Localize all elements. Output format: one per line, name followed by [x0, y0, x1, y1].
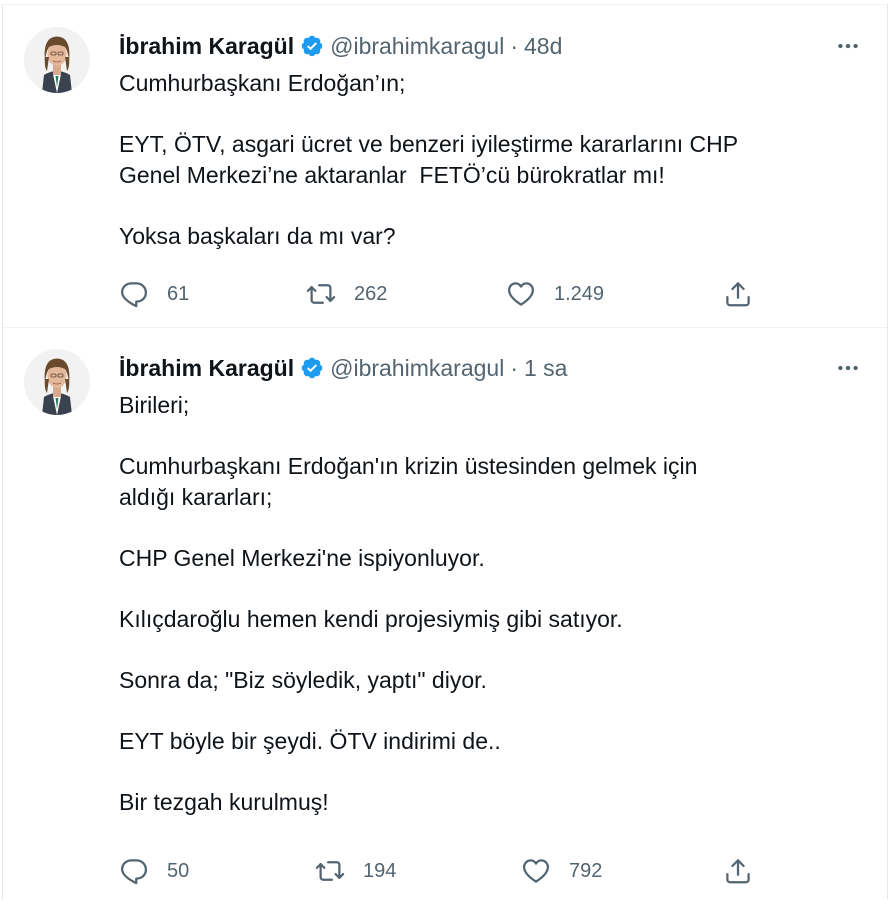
tweet-text: Cumhurbaşkanı Erdoğan’ın; EYT, ÖTV, asga… [119, 68, 839, 251]
tweet-actions: 50 194 792 [119, 854, 859, 888]
reply-button[interactable]: 61 [119, 277, 189, 311]
tweet-paragraph: EYT böyle bir şeydi. ÖTV indirimi de.. [119, 727, 501, 754]
tweet-paragraph: Bir tezgah kurulmuş! [119, 788, 329, 815]
author-name[interactable]: İbrahim Karagül [119, 33, 294, 60]
like-button[interactable]: 792 [521, 854, 602, 888]
avatar[interactable] [24, 349, 90, 415]
reply-icon [119, 279, 149, 309]
like-button[interactable]: 1.249 [506, 277, 604, 311]
tweet-paragraph: EYT, ÖTV, asgari ücret ve benzeri iyileş… [119, 131, 739, 188]
tweet-actions: 61 262 1.249 [119, 277, 859, 311]
author-handle[interactable]: @ibrahimkaragul [330, 33, 504, 60]
tweet-timestamp[interactable]: 48d [524, 33, 562, 60]
retweet-count: 262 [354, 282, 388, 305]
avatar[interactable] [24, 27, 90, 93]
share-icon [723, 279, 753, 309]
tweet[interactable]: İbrahim Karagül @ibrahimkaragul · 1 sa B… [3, 327, 887, 899]
tweet-paragraph: Sonra da; "Biz söyledik, yaptı" diyor. [119, 666, 487, 693]
more-button[interactable] [833, 355, 863, 381]
reply-icon [119, 856, 149, 886]
retweet-count: 194 [363, 859, 397, 882]
more-icon [835, 355, 861, 381]
like-count: 1.249 [554, 282, 605, 305]
share-icon [723, 856, 753, 886]
like-icon [521, 856, 551, 886]
more-icon [835, 33, 861, 59]
avatar-image [24, 27, 90, 93]
tweet-paragraph: Kılıçdaroğlu hemen kendi projesiymiş gib… [119, 605, 623, 632]
tweet-header: İbrahim Karagül @ibrahimkaragul · 48d [119, 29, 562, 63]
tweet-text: Birileri; Cumhurbaşkanı Erdoğan'ın krizi… [119, 390, 839, 817]
tweet-paragraph: CHP Genel Merkezi'ne ispiyonluyor. [119, 544, 485, 571]
timeline: İbrahim Karagül @ibrahimkaragul · 48d Cu… [2, 4, 888, 899]
reply-count: 61 [167, 282, 190, 305]
tweet-paragraph: Yoksa başkaları da mı var? [119, 222, 396, 249]
more-button[interactable] [833, 33, 863, 59]
like-icon [506, 279, 536, 309]
share-button[interactable] [723, 277, 753, 311]
author-handle[interactable]: @ibrahimkaragul [330, 355, 504, 382]
author-name[interactable]: İbrahim Karagül [119, 355, 294, 382]
tweet-header: İbrahim Karagül @ibrahimkaragul · 1 sa [119, 351, 567, 385]
verified-badge-icon [300, 34, 324, 58]
reply-button[interactable]: 50 [119, 854, 189, 888]
verified-badge-icon [300, 356, 324, 380]
tweet[interactable]: İbrahim Karagül @ibrahimkaragul · 48d Cu… [3, 5, 887, 328]
retweet-button[interactable]: 262 [306, 277, 387, 311]
retweet-icon [306, 279, 336, 309]
separator-dot: · [510, 354, 518, 381]
tweet-timestamp[interactable]: 1 sa [524, 355, 567, 382]
tweet-paragraph: Cumhurbaşkanı Erdoğan’ın; [119, 70, 406, 96]
share-button[interactable] [723, 854, 753, 888]
separator-dot: · [510, 32, 518, 59]
avatar-image [24, 349, 90, 415]
tweet-paragraph: Birileri; [119, 392, 190, 418]
retweet-icon [315, 856, 345, 886]
reply-count: 50 [167, 859, 190, 882]
tweet-paragraph: Cumhurbaşkanı Erdoğan'ın krizin üstesind… [119, 453, 698, 510]
like-count: 792 [569, 859, 603, 882]
retweet-button[interactable]: 194 [315, 854, 396, 888]
